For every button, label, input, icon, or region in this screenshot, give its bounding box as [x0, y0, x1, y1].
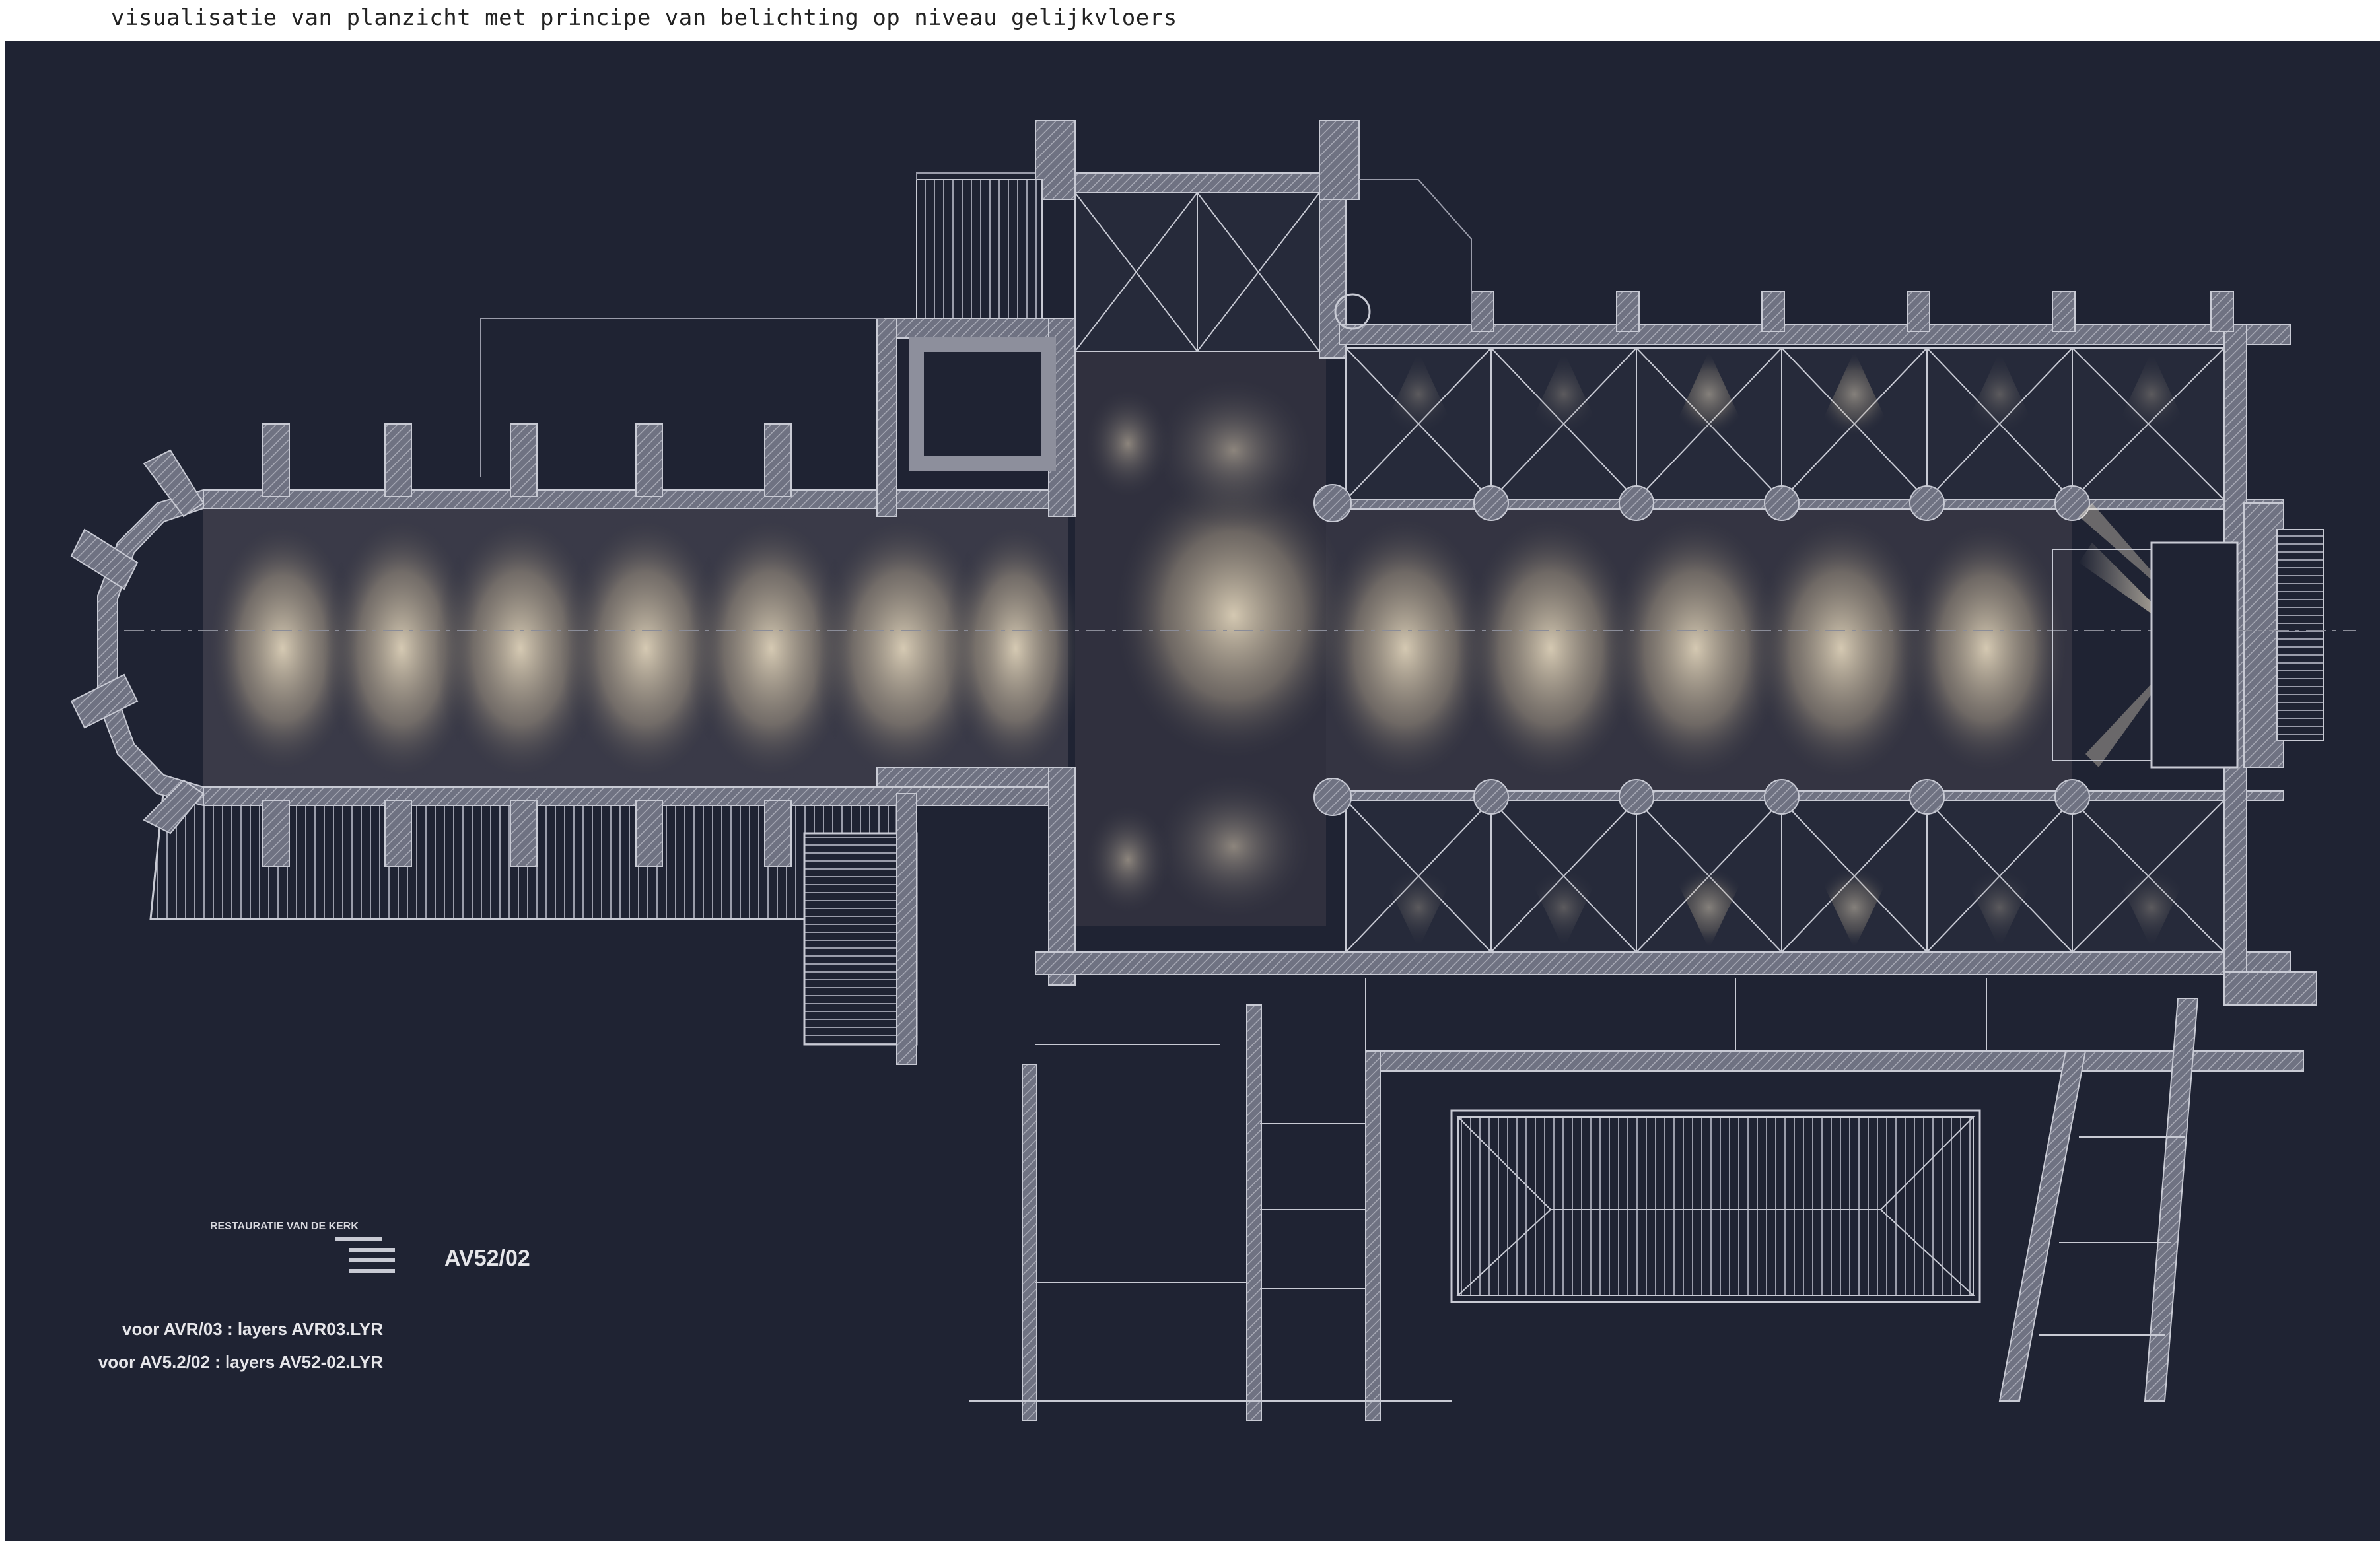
svg-text:RESTAURATIE VAN DE KERK: RESTAURATIE VAN DE KERK	[210, 1221, 359, 1232]
north-aisle	[1345, 347, 2225, 500]
north-transept-vaults	[1074, 192, 1320, 352]
drawing-code: AV52/02	[444, 1246, 530, 1271]
title-block: RESTAURATIE VAN DE KERK AV52/02 voor AVR…	[98, 1221, 530, 1372]
south-aisle	[1345, 800, 2225, 953]
legend-line-2: voor AV5.2/02 : layers AV52-02.LYR	[98, 1352, 383, 1372]
legend-line-1: voor AVR/03 : layers AVR03.LYR	[122, 1319, 383, 1339]
south-annex	[969, 978, 2304, 1421]
floor-plan-drawing: RESTAURATIE VAN DE KERK AV52/02 voor AVR…	[70, 120, 2356, 1421]
floor-plan-panel: RESTAURATIE VAN DE KERK AV52/02 voor AVR…	[5, 41, 2380, 1541]
page-title: visualisatie van planzicht met principe …	[111, 5, 1177, 31]
west-entrance-beams	[2052, 503, 2239, 769]
choir-light-zone	[203, 503, 1088, 794]
